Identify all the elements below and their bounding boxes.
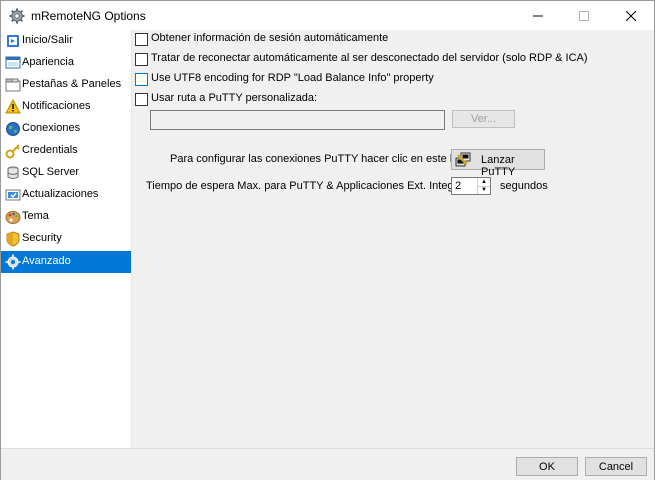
minimize-icon: [533, 15, 543, 16]
sidebar-item-label: Apariencia: [22, 56, 74, 68]
auto-reconnect-checkbox[interactable]: [135, 53, 148, 66]
sidebar-item-label: Inicio/Salir: [22, 34, 73, 46]
timeout-label: Tiempo de espera Max. para PuTTY & Appli…: [146, 180, 485, 192]
sidebar-item-label: Avanzado: [22, 255, 71, 267]
appearance-icon: [5, 55, 21, 71]
options-window: mRemoteNG Options Inicio/Salir Aparienci…: [0, 0, 655, 480]
dialog-footer: OK Cancel: [1, 448, 654, 480]
timeout-value: 2: [455, 180, 462, 192]
options-sidebar: Inicio/Salir Apariencia Pestañas & Panel…: [1, 30, 132, 448]
checkbox-label: Usar ruta a PuTTY personalizada:: [151, 92, 318, 104]
sidebar-item-apariencia[interactable]: Apariencia: [1, 52, 131, 74]
warning-icon: [5, 98, 21, 115]
checkbox-label: Tratar de reconectar automáticamente al …: [151, 52, 588, 64]
sidebar-item-sql-server[interactable]: SQL Server: [1, 162, 131, 184]
sidebar-item-inicio-salir[interactable]: Inicio/Salir: [1, 30, 131, 52]
sidebar-item-conexiones[interactable]: Conexiones: [1, 118, 131, 140]
palette-icon: [5, 209, 21, 225]
browse-button[interactable]: Ver...: [452, 110, 515, 128]
sidebar-item-actualizaciones[interactable]: Actualizaciones: [1, 184, 131, 206]
launch-putty-label-text: Lanzar PuTTY: [481, 154, 516, 178]
sidebar-item-label: SQL Server: [22, 166, 80, 178]
update-icon: [5, 187, 21, 203]
sidebar-item-label: Conexiones: [22, 122, 81, 134]
globe-icon: [5, 121, 21, 137]
sidebar-item-label: Tema: [22, 210, 49, 222]
ok-button[interactable]: OK: [516, 457, 578, 476]
utf8-load-balance-checkbox[interactable]: [135, 73, 148, 86]
cancel-button[interactable]: Cancel: [585, 457, 647, 476]
spinner-arrows: ▲ ▼: [477, 178, 490, 194]
checkbox-label: Use UTF8 encoding for RDP "Load Balance …: [151, 72, 434, 84]
gear-icon: [9, 8, 25, 24]
timeout-spinbox[interactable]: 2 ▲ ▼: [451, 177, 491, 195]
sidebar-item-pestanas-paneles[interactable]: Pestañas & Paneles: [1, 74, 131, 96]
tabs-icon: [5, 77, 21, 93]
close-icon: [626, 10, 636, 21]
sidebar-item-label: Security: [22, 232, 62, 244]
sidebar-item-label: Notificaciones: [22, 100, 91, 112]
sidebar-item-notificaciones[interactable]: Notificaciones: [1, 96, 131, 118]
startup-icon: [5, 33, 21, 49]
launch-putty-button[interactable]: Lanzar PuTTY: [451, 149, 545, 178]
sidebar-item-label: Pestañas & Paneles: [22, 78, 122, 90]
auto-session-info-checkbox[interactable]: [135, 33, 148, 46]
putty-icon: [455, 152, 471, 168]
sidebar-item-label: Credentials: [22, 144, 78, 156]
sidebar-item-tema[interactable]: Tema: [1, 206, 131, 228]
checkbox-label: Obtener información de sesión automática…: [151, 32, 389, 44]
sidebar-item-security[interactable]: Security: [1, 228, 131, 250]
title-bar[interactable]: mRemoteNG Options: [1, 1, 654, 30]
sidebar-item-credentials[interactable]: Credentials: [1, 140, 131, 162]
putty-path-input[interactable]: [150, 110, 445, 130]
shield-icon: [5, 231, 21, 247]
close-button[interactable]: [608, 1, 654, 30]
advanced-settings-panel: Obtener información de sesión automática…: [132, 30, 654, 448]
custom-putty-path-checkbox[interactable]: [135, 93, 148, 106]
database-icon: [5, 165, 21, 181]
sidebar-item-label: Actualizaciones: [22, 188, 99, 200]
window-title: mRemoteNG Options: [31, 9, 146, 23]
sidebar-item-avanzado[interactable]: Avanzado: [1, 251, 131, 273]
maximize-icon: [579, 10, 589, 21]
key-icon: [5, 143, 21, 159]
maximize-button[interactable]: [561, 1, 607, 30]
spin-down-button[interactable]: ▼: [478, 186, 490, 194]
launch-putty-label: Para configurar las conexiones PuTTY hac…: [170, 153, 481, 165]
gear-icon: [5, 254, 21, 270]
minimize-button[interactable]: [515, 1, 561, 30]
timeout-unit-label: segundos: [500, 180, 548, 192]
